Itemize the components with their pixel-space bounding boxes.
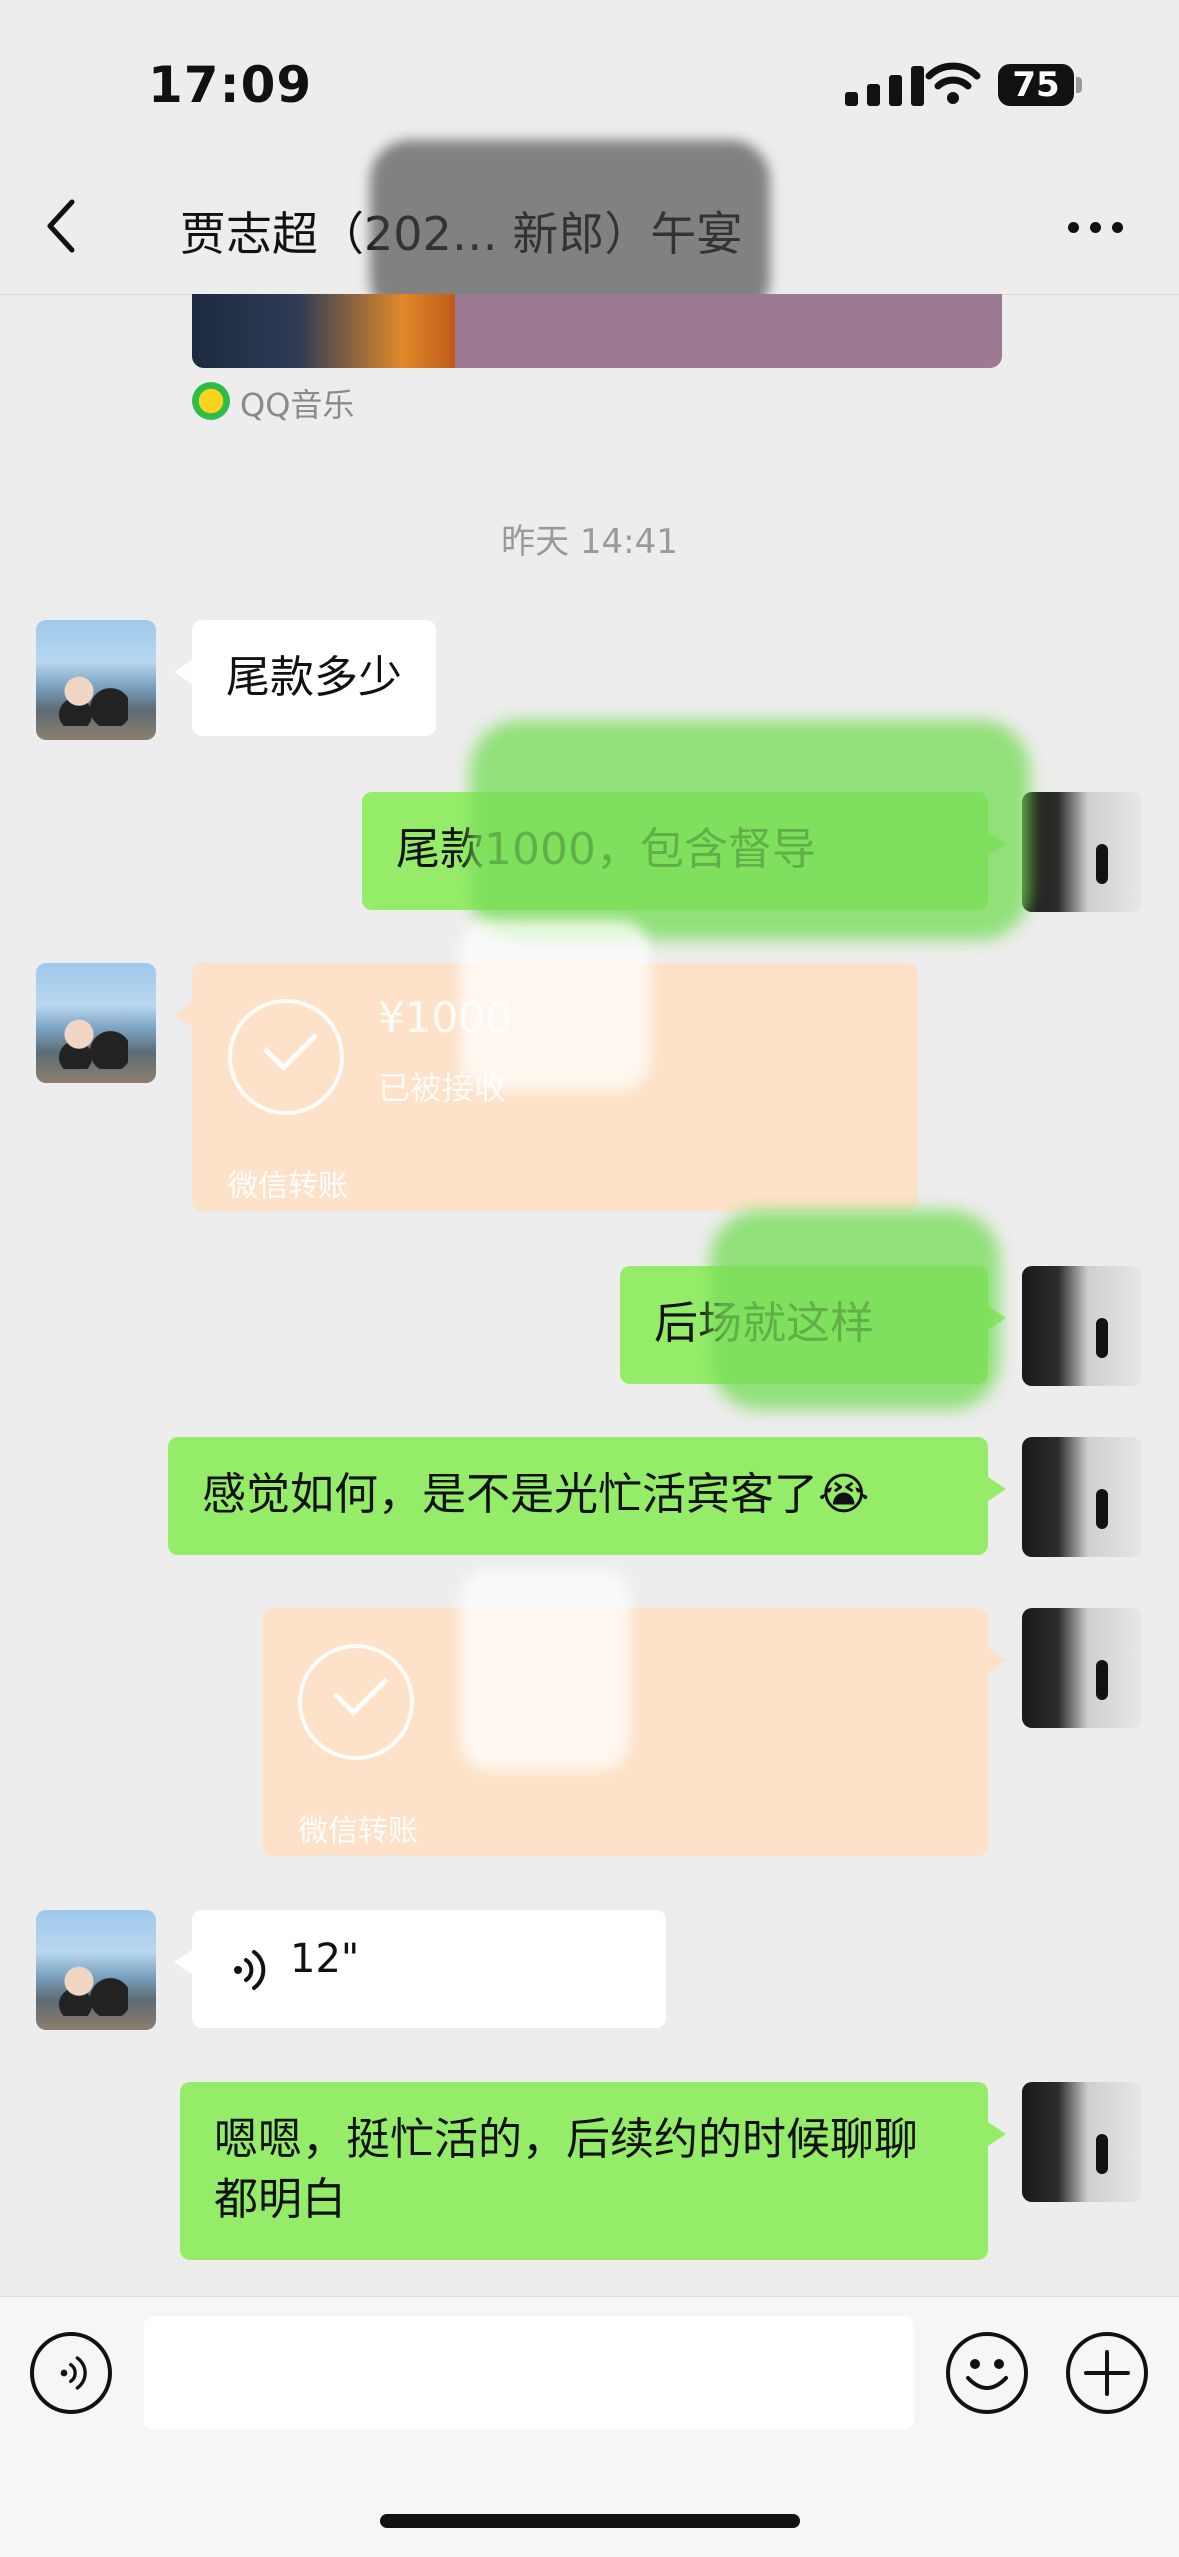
message-timestamp: 昨天 14:41	[501, 522, 678, 562]
message-bubble-out[interactable]: 感觉如何，是不是光忙活宾客了😭	[168, 1437, 1006, 1555]
my-avatar[interactable]	[1022, 1608, 1142, 1728]
redaction-scribble	[470, 720, 1030, 940]
smiley-icon	[966, 2359, 1008, 2390]
contact-avatar[interactable]	[36, 963, 156, 1083]
message-bubble-out[interactable]: 嗯嗯，挺忙活的，后续约的时候聊聊都明白	[180, 2082, 1006, 2260]
cellular-signal-icon	[845, 66, 927, 106]
music-card[interactable]	[192, 294, 1002, 368]
voice-input-button[interactable]	[30, 2332, 112, 2414]
wifi-icon	[925, 62, 981, 104]
redaction-scribble	[460, 1570, 630, 1770]
home-indicator	[380, 2514, 800, 2528]
check-circle-icon	[228, 999, 344, 1115]
voice-duration: 12"	[290, 1936, 360, 1982]
my-avatar[interactable]	[1022, 792, 1142, 912]
message-bubble-in[interactable]: 尾款多少	[174, 620, 436, 736]
transfer-label: 微信转账	[298, 1814, 418, 1849]
redaction-scribble	[460, 920, 650, 1090]
qq-music-icon	[192, 382, 230, 420]
more-icon[interactable]	[1068, 222, 1124, 234]
voice-message[interactable]: 12"	[174, 1910, 666, 2028]
check-circle-icon	[298, 1644, 414, 1760]
album-art	[192, 294, 455, 368]
my-avatar[interactable]	[1022, 1266, 1142, 1386]
back-icon[interactable]	[36, 196, 86, 256]
music-source-label: QQ音乐	[240, 386, 355, 424]
my-avatar[interactable]	[1022, 1437, 1142, 1557]
my-avatar[interactable]	[1022, 2082, 1142, 2202]
battery-cap	[1076, 77, 1082, 93]
emoji-button[interactable]	[946, 2332, 1028, 2414]
message-input[interactable]	[144, 2316, 914, 2430]
contact-avatar[interactable]	[36, 1910, 156, 2030]
redaction-scribble	[370, 140, 770, 320]
voice-input-icon	[60, 2356, 87, 2390]
battery-icon: 75	[998, 64, 1074, 106]
plus-icon	[1084, 2350, 1130, 2396]
contact-avatar[interactable]	[36, 620, 156, 740]
more-functions-button[interactable]	[1066, 2332, 1148, 2414]
transfer-label: 微信转账	[228, 1169, 348, 1204]
redaction-scribble	[710, 1210, 1000, 1410]
voice-wave-icon	[234, 1950, 266, 1990]
status-time: 17:09	[148, 56, 313, 114]
